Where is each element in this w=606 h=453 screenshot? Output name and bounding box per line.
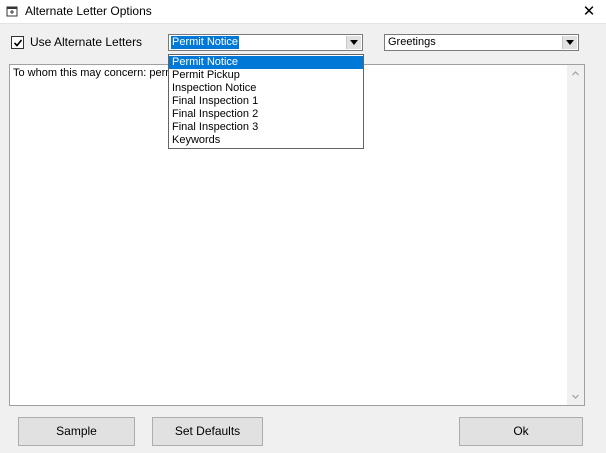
title-bar: Alternate Letter Options ✕: [0, 0, 606, 24]
list-item[interactable]: Inspection Notice: [169, 82, 363, 95]
section-combo[interactable]: Greetings: [384, 34, 579, 51]
window-icon: [6, 6, 18, 17]
set-defaults-button[interactable]: Set Defaults: [152, 417, 263, 446]
chevron-down-icon: [572, 394, 579, 399]
vertical-scrollbar[interactable]: [567, 65, 584, 405]
letter-type-combo[interactable]: Permit Notice: [168, 34, 363, 51]
section-dropdown-button[interactable]: [562, 36, 577, 49]
scroll-up-button[interactable]: [567, 65, 584, 82]
use-alternate-letters-label[interactable]: Use Alternate Letters: [30, 35, 142, 49]
list-item[interactable]: Keywords: [169, 134, 363, 147]
list-item[interactable]: Final Inspection 3: [169, 121, 363, 134]
list-item[interactable]: Final Inspection 2: [169, 108, 363, 121]
ok-button[interactable]: Ok: [459, 417, 583, 446]
dialog-client-area: Use Alternate Letters Permit Notice Gree…: [0, 24, 606, 453]
letter-type-value: Permit Notice: [171, 36, 240, 49]
chevron-down-icon: [350, 40, 358, 45]
window-title: Alternate Letter Options: [25, 4, 152, 18]
letter-body-text: To whom this may concern: perm: [13, 67, 175, 79]
close-button[interactable]: ✕: [572, 0, 606, 23]
checkmark-icon: [13, 39, 23, 47]
list-item[interactable]: Permit Pickup: [169, 69, 363, 82]
list-item[interactable]: Permit Notice: [169, 56, 363, 69]
letter-type-dropdown-button[interactable]: [346, 36, 361, 49]
scroll-down-button[interactable]: [567, 388, 584, 405]
letter-type-dropdown-list[interactable]: Permit Notice Permit Pickup Inspection N…: [168, 54, 364, 149]
section-value: Greetings: [388, 36, 436, 48]
chevron-up-icon: [572, 71, 579, 76]
list-item[interactable]: Final Inspection 1: [169, 95, 363, 108]
checkbox-box[interactable]: [11, 36, 24, 49]
chevron-down-icon: [566, 40, 574, 45]
sample-button[interactable]: Sample: [18, 417, 135, 446]
close-icon: ✕: [582, 3, 596, 20]
